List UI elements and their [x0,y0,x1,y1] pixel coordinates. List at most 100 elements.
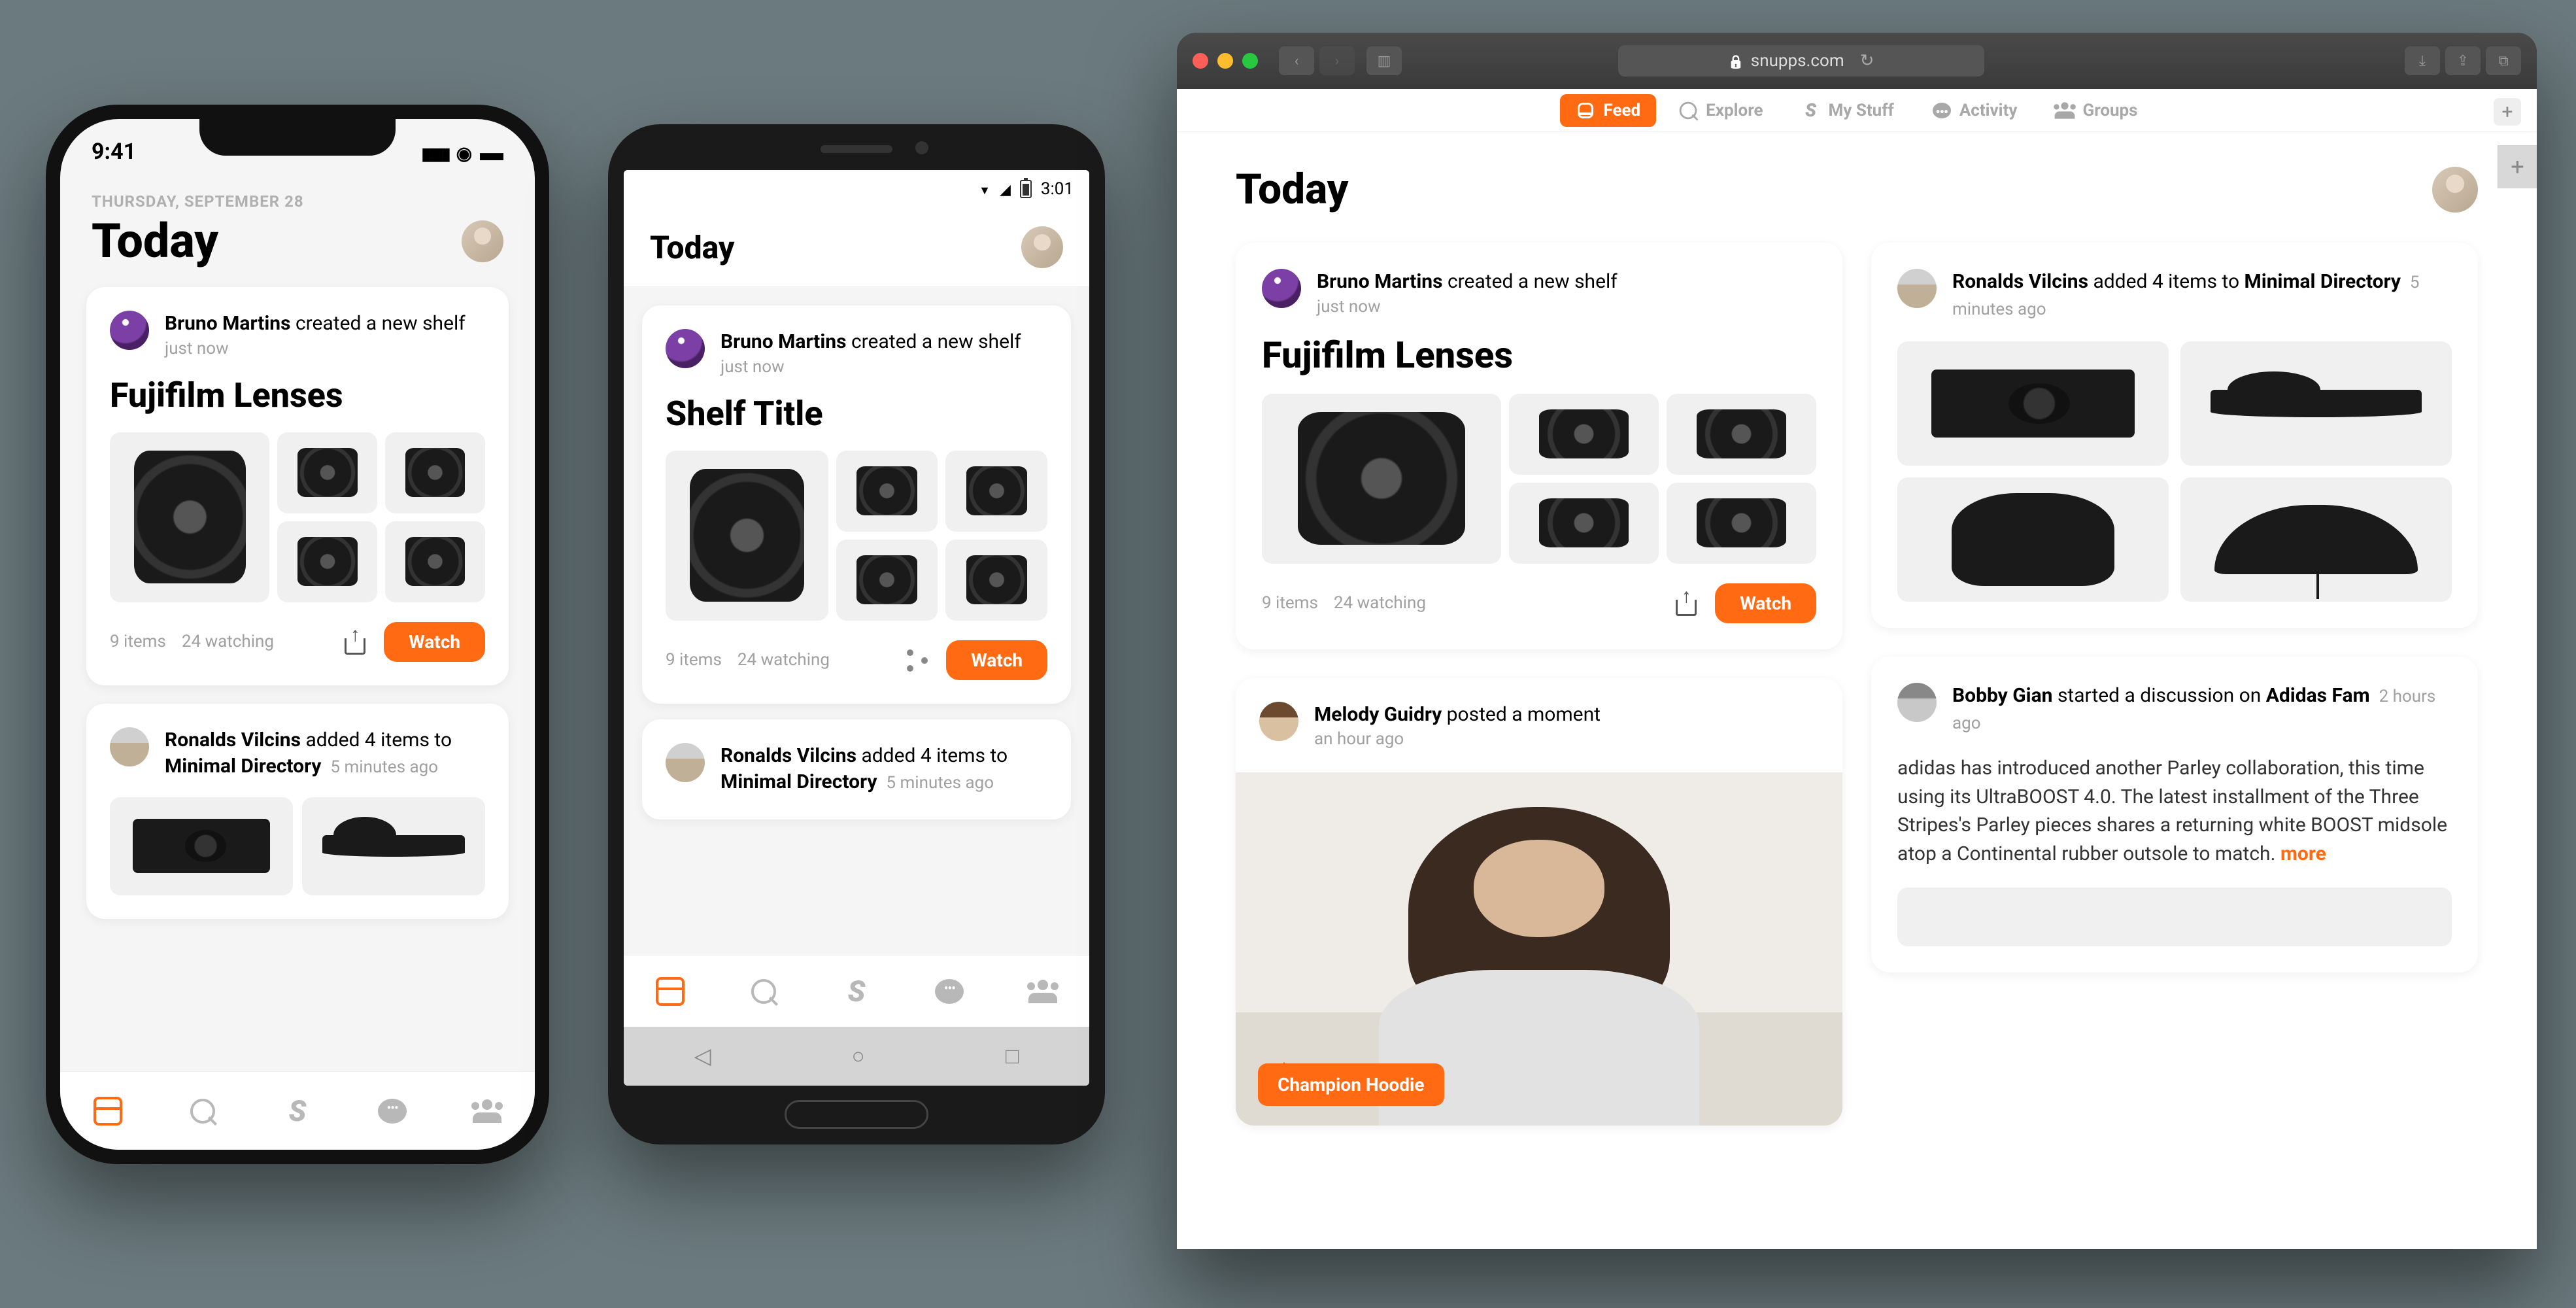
lens-icon [1697,498,1786,547]
tab-explore[interactable] [187,1095,218,1127]
sidebar-toggle-button[interactable]: ▥ [1366,46,1402,75]
turntable-icon [2211,390,2422,417]
item-thumb[interactable] [666,451,828,621]
item-thumb[interactable] [2180,477,2452,602]
item-thumb[interactable] [385,521,485,602]
feed-card-shelf[interactable]: Bruno Martins created a new shelf just n… [642,305,1071,704]
tab-explore[interactable] [748,976,779,1007]
downloads-button[interactable]: ⤓ [2405,46,2440,75]
moment-image[interactable]: Champion Hoodie [1236,772,1842,1126]
item-thumb[interactable] [302,797,485,895]
author-name[interactable]: Bruno Martins [720,330,847,353]
read-more-link[interactable]: more [2280,842,2326,865]
watch-button[interactable]: Watch [1715,583,1816,623]
feed-card-items[interactable]: Ronalds Vilcins added 4 items to Minimal… [86,704,509,919]
feed-card-shelf[interactable]: Bruno Martins created a new shelf just n… [1236,243,1842,649]
android-home-button[interactable] [852,1043,866,1069]
watch-button[interactable]: Watch [384,622,485,662]
tabs-button[interactable]: ⧉ [2486,46,2521,75]
feed-card-moment[interactable]: Melody Guidry posted a moment an hour ag… [1236,678,1842,1126]
share-icon[interactable] [1673,590,1699,616]
author-avatar[interactable] [1897,269,1937,308]
minimize-window-button[interactable] [1217,53,1233,69]
user-avatar[interactable] [2432,167,2478,213]
author-avatar[interactable] [666,743,705,782]
share-button[interactable]: ⇪ [2445,46,2481,75]
tab-groups[interactable] [1027,976,1059,1007]
shelf-title[interactable]: Fujifilm Lenses [110,375,485,415]
tab-activity[interactable] [934,976,965,1007]
share-icon[interactable] [342,628,368,655]
close-window-button[interactable] [1193,53,1208,69]
item-thumb[interactable] [836,451,938,532]
item-thumb[interactable] [110,432,269,602]
tab-feed[interactable] [92,1095,124,1127]
body-text: adidas has introduced another Parley col… [1897,757,2447,865]
item-thumb[interactable] [385,432,485,513]
feed-card-items[interactable]: Ronalds Vilcins added 4 items to Minimal… [1871,243,2478,628]
product-tag[interactable]: Champion Hoodie [1258,1063,1444,1106]
tab-groups[interactable] [471,1095,503,1127]
item-thumb[interactable] [836,540,938,621]
new-tab-button[interactable]: + [2498,145,2537,188]
item-thumb[interactable] [110,797,293,895]
nav-mystuff[interactable]: SMy Stuff [1786,94,1910,127]
android-recents-button[interactable] [1006,1043,1019,1069]
author-avatar[interactable] [110,727,149,766]
item-thumb[interactable] [1262,394,1501,564]
nav-explore[interactable]: Explore [1663,94,1778,127]
author-avatar[interactable] [110,311,149,350]
reload-icon[interactable] [1851,51,1874,71]
author-name[interactable]: Ronalds Vilcins [165,729,301,751]
author-avatar[interactable] [1262,269,1301,308]
user-avatar[interactable] [1021,226,1063,268]
author-avatar[interactable] [1897,683,1937,722]
feed-card-discussion[interactable]: Bobby Gian started a discussion on Adida… [1871,657,2478,972]
feed-card-items[interactable]: Ronalds Vilcins added 4 items to Minimal… [642,719,1071,819]
shelf-title[interactable]: Fujifilm Lenses [1262,334,1816,377]
author-name[interactable]: Bruno Martins [1317,270,1443,293]
item-thumb[interactable] [1897,341,2169,466]
shelf-link[interactable]: Minimal Directory [720,770,877,793]
shelf-title[interactable]: Shelf Title [666,394,1047,434]
author-name[interactable]: Bruno Martins [165,312,291,335]
item-thumb[interactable] [1667,483,1816,564]
author-name[interactable]: Ronalds Vilcins [1952,270,2088,293]
item-thumb[interactable] [945,451,1047,532]
author-avatar[interactable] [666,329,705,368]
tab-activity[interactable] [377,1095,408,1127]
tab-mystuff[interactable]: S [282,1095,313,1127]
feed-card-shelf[interactable]: Bruno Martins created a new shelf just n… [86,287,509,685]
item-thumb[interactable] [1667,394,1816,475]
nav-groups[interactable]: Groups [2039,94,2153,127]
attachment-placeholder[interactable] [1897,887,2452,946]
item-thumb[interactable] [1509,483,1659,564]
author-avatar[interactable] [1259,702,1298,741]
group-link[interactable]: Adidas Fam [2266,684,2370,707]
nav-feed[interactable]: Feed [1560,94,1656,127]
item-thumb[interactable] [277,521,377,602]
address-bar[interactable]: snupps.com [1618,45,1984,77]
add-button[interactable]: + [2494,98,2521,126]
item-thumb[interactable] [1897,477,2169,602]
author-name[interactable]: Ronalds Vilcins [720,744,856,767]
android-back-button[interactable] [694,1043,711,1069]
tab-feed[interactable] [654,976,686,1007]
author-name[interactable]: Melody Guidry [1314,703,1442,726]
maximize-window-button[interactable] [1242,53,1258,69]
feed-list: Bruno Martins created a new shelf just n… [60,269,535,937]
item-thumb[interactable] [277,432,377,513]
shelf-link[interactable]: Minimal Directory [165,755,321,778]
watch-button[interactable]: Watch [946,640,1047,680]
shelf-link[interactable]: Minimal Directory [2245,270,2401,293]
nav-back-button[interactable]: ‹ [1279,46,1314,75]
tab-mystuff[interactable]: S [841,976,872,1007]
author-name[interactable]: Bobby Gian [1952,684,2053,707]
user-avatar[interactable] [462,220,503,262]
nav-forward-button[interactable]: › [1319,46,1355,75]
item-thumb[interactable] [1509,394,1659,475]
nav-activity[interactable]: Activity [1916,94,2033,127]
item-thumb[interactable] [945,540,1047,621]
share-icon[interactable] [904,647,930,673]
item-thumb[interactable] [2180,341,2452,466]
